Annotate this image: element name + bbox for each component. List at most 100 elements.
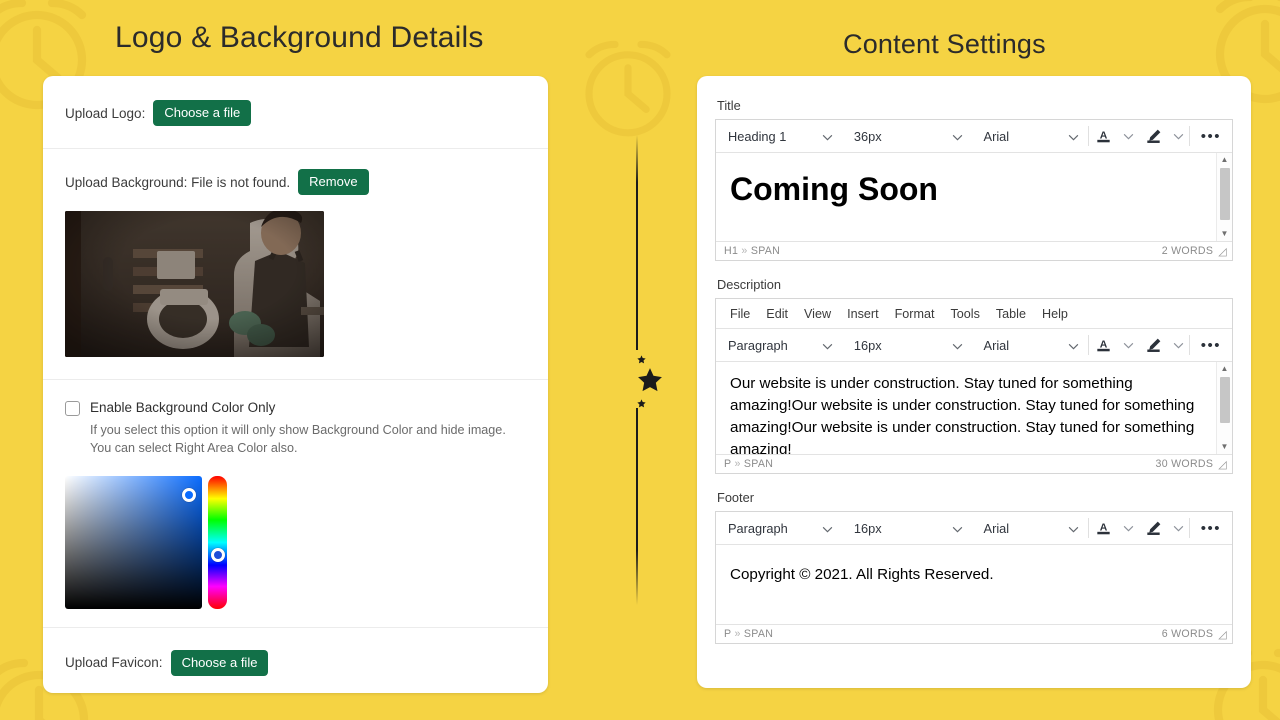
scroll-up-arrow-icon[interactable]: ▲ (1221, 153, 1229, 167)
hue-slider-handle[interactable] (210, 547, 225, 562)
resize-handle-icon[interactable]: ◿ (1218, 458, 1227, 471)
chevron-down-icon (822, 521, 833, 536)
footer-element-path[interactable]: P » SPAN (724, 628, 773, 640)
title-block-format-value: Heading 1 (728, 128, 787, 144)
hue-slider[interactable] (208, 475, 227, 609)
choose-favicon-file-button[interactable]: Choose a file (170, 649, 269, 676)
text-color-icon[interactable]: A (1089, 329, 1118, 361)
alarm-clock-watermark-top-center (563, 21, 693, 151)
highlight-color-chevron-down-icon[interactable] (1168, 120, 1189, 152)
remove-background-button[interactable]: Remove (298, 169, 369, 195)
scrollbar-thumb[interactable] (1220, 377, 1230, 423)
upload-logo-section: Upload Logo: Choose a file (43, 76, 548, 148)
text-color-chevron-down-icon[interactable] (1118, 512, 1139, 544)
description-editor-body[interactable]: Our website is under construction. Stay … (716, 362, 1232, 454)
background-color-description: If you select this option it will only s… (90, 423, 506, 456)
color-picker[interactable] (65, 475, 526, 609)
path-last: SPAN (743, 628, 774, 640)
background-color-section: Enable Background Color Only If you sele… (43, 380, 548, 627)
highlight-color-pen-icon[interactable] (1139, 329, 1168, 361)
title-editor-scrollbar[interactable]: ▲ ▼ (1216, 153, 1232, 241)
choose-logo-file-button[interactable]: Choose a file (153, 100, 252, 126)
description-editor-section: Description File Edit View Insert Format… (697, 261, 1251, 474)
enable-background-color-only-label: Enable Background Color Only (90, 400, 276, 415)
highlight-color-chevron-down-icon[interactable] (1168, 512, 1189, 544)
highlight-color-chevron-down-icon[interactable] (1168, 329, 1189, 361)
saturation-value-handle[interactable] (182, 487, 196, 502)
footer-word-count: 6 WORDS (1161, 628, 1214, 640)
description-editor-menubar: File Edit View Insert Format Tools Table… (716, 299, 1232, 329)
menu-item-tools[interactable]: Tools (942, 304, 987, 324)
title-block-format-select[interactable]: Heading 1 (716, 120, 842, 152)
title-editor-section: Title Heading 1 36px Arial A ••• Coming … (697, 76, 1251, 261)
menu-item-edit[interactable]: Edit (758, 304, 796, 324)
saturation-value-area[interactable] (65, 475, 202, 609)
menu-item-help[interactable]: Help (1034, 304, 1076, 324)
scroll-up-arrow-icon[interactable]: ▲ (1221, 362, 1229, 376)
path-last: SPAN (750, 245, 781, 257)
highlight-color-pen-icon[interactable] (1139, 120, 1168, 152)
footer-font-size-value: 16px (853, 520, 882, 536)
title-editor-label: Title (717, 98, 741, 113)
description-editor-label: Description (717, 277, 782, 292)
title-font-family-select[interactable]: Arial (972, 120, 1088, 152)
footer-editor-body[interactable]: Copyright © 2021. All Rights Reserved. (716, 545, 1232, 624)
description-font-size-select[interactable]: 16px (842, 329, 972, 361)
description-more-options-button[interactable]: ••• (1190, 329, 1232, 361)
page-title-left: Logo & Background Details (115, 21, 484, 54)
resize-handle-icon[interactable]: ◿ (1218, 628, 1227, 641)
text-color-chevron-down-icon[interactable] (1118, 120, 1139, 152)
title-word-count: 2 WORDS (1161, 245, 1214, 257)
divider-line-top (636, 135, 638, 350)
title-editor-content[interactable]: Coming Soon (716, 153, 1232, 214)
title-font-size-select[interactable]: 36px (842, 120, 972, 152)
scroll-down-arrow-icon[interactable]: ▼ (1221, 227, 1229, 241)
title-font-family-value: Arial (983, 128, 1010, 144)
upload-background-section: Upload Background: File is not found. Re… (43, 149, 548, 379)
menu-item-insert[interactable]: Insert (839, 304, 887, 324)
text-color-icon[interactable]: A (1089, 120, 1118, 152)
title-editor-body[interactable]: Coming Soon ▲ ▼ (716, 153, 1232, 241)
title-editor: Heading 1 36px Arial A ••• Coming Soon ▲… (715, 119, 1233, 261)
description-editor: File Edit View Insert Format Tools Table… (715, 298, 1233, 474)
title-more-options-button[interactable]: ••• (1190, 120, 1232, 152)
scroll-down-arrow-icon[interactable]: ▼ (1221, 440, 1229, 454)
footer-font-family-value: Arial (983, 520, 1010, 536)
chevron-down-icon (1068, 338, 1079, 353)
description-editor-statusbar: P » SPAN 30 WORDS ◿ (716, 454, 1232, 473)
upload-favicon-section: Upload Favicon: Choose a file (43, 628, 548, 700)
path-first: P (724, 458, 732, 470)
text-color-icon[interactable]: A (1089, 512, 1118, 544)
chevron-down-icon (1068, 129, 1079, 144)
scrollbar-thumb[interactable] (1220, 168, 1230, 220)
description-block-format-value: Paragraph (728, 337, 788, 353)
svg-text:A: A (1099, 522, 1107, 533)
resize-handle-icon[interactable]: ◿ (1218, 245, 1227, 258)
description-editor-scrollbar[interactable]: ▲ ▼ (1216, 362, 1232, 454)
menu-item-view[interactable]: View (796, 304, 839, 324)
path-separator: » (734, 458, 741, 470)
enable-background-color-only-checkbox[interactable] (65, 401, 80, 416)
chevron-down-icon (952, 338, 963, 353)
footer-block-format-select[interactable]: Paragraph (716, 512, 842, 544)
menu-item-file[interactable]: File (722, 304, 758, 324)
menu-item-table[interactable]: Table (988, 304, 1034, 324)
menu-item-format[interactable]: Format (887, 304, 943, 324)
svg-text:A: A (1099, 339, 1107, 350)
text-color-chevron-down-icon[interactable] (1118, 329, 1139, 361)
title-editor-statusbar: H1 » SPAN 2 WORDS ◿ (716, 241, 1232, 260)
svg-text:A: A (1099, 130, 1107, 141)
divider-line-bottom (636, 408, 638, 605)
description-font-family-select[interactable]: Arial (972, 329, 1088, 361)
path-separator: » (741, 245, 748, 257)
footer-font-size-select[interactable]: 16px (842, 512, 972, 544)
footer-font-family-select[interactable]: Arial (972, 512, 1088, 544)
footer-more-options-button[interactable]: ••• (1190, 512, 1232, 544)
description-element-path[interactable]: P » SPAN (724, 458, 773, 470)
page-title-right: Content Settings (843, 29, 1046, 59)
description-editor-content[interactable]: Our website is under construction. Stay … (716, 362, 1232, 454)
title-element-path[interactable]: H1 » SPAN (724, 245, 780, 257)
description-block-format-select[interactable]: Paragraph (716, 329, 842, 361)
highlight-color-pen-icon[interactable] (1139, 512, 1168, 544)
footer-editor-content[interactable]: Copyright © 2021. All Rights Reserved. (716, 545, 1232, 586)
